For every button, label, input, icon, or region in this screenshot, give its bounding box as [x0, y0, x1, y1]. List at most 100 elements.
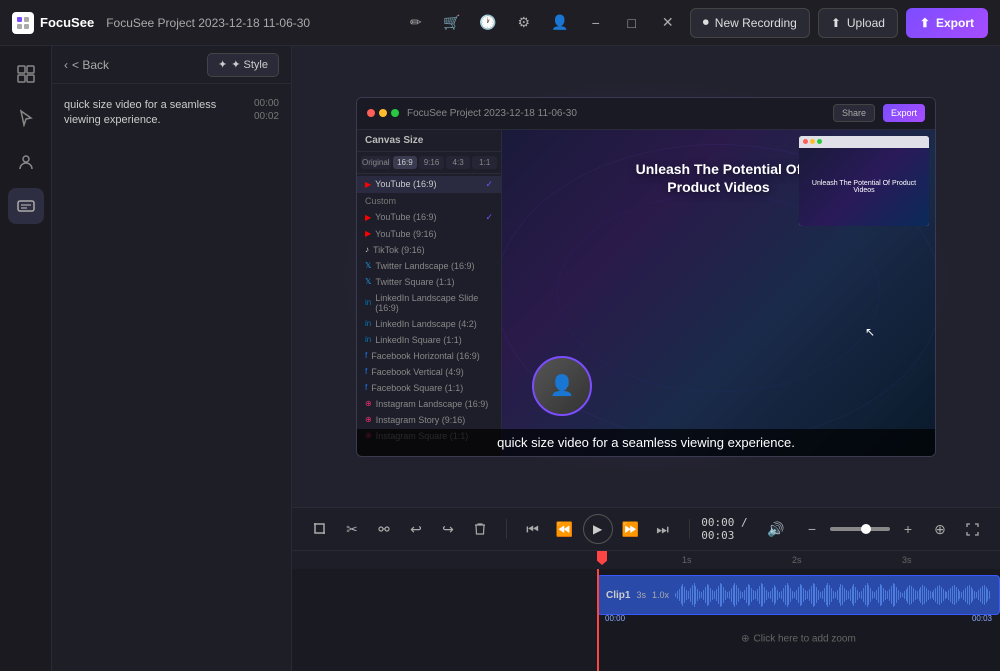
playback-divider	[689, 519, 690, 539]
caption-time-end: 00:02	[254, 111, 279, 122]
timeline-area: 1s 2s 3s Clip1 3s 1.0x	[292, 551, 1000, 671]
export-button[interactable]: ⬆ Export	[906, 8, 988, 38]
clip-duration: 3s	[636, 590, 646, 600]
cart-icon-btn[interactable]: 🛒	[438, 9, 466, 37]
style-icon: ✦	[218, 58, 227, 71]
settings-icon-btn[interactable]: ⚙	[510, 9, 538, 37]
plus-icon: ⊕	[741, 634, 749, 645]
ruler-tick-3s: 3s	[902, 555, 912, 565]
pen-icon-btn[interactable]: ✏	[402, 9, 430, 37]
canvas-item-ig2[interactable]: ⊕Instagram Story (9:16)	[357, 412, 501, 428]
playhead-line	[597, 569, 599, 671]
canvas-item-li1[interactable]: inLinkedIn Landscape Slide (16:9)	[357, 290, 501, 316]
ruler-tick-2s: 2s	[792, 555, 802, 565]
style-button[interactable]: ✦ ✦ Style	[207, 53, 279, 77]
new-recording-label: New Recording	[715, 16, 797, 30]
total-time: 00:03	[701, 529, 734, 542]
preview-frame: FocuSee Project 2023-12-18 11-06-30 Shar…	[356, 97, 936, 457]
upload-button[interactable]: ⬆ Upload	[818, 8, 898, 38]
waveform	[675, 583, 991, 607]
ratio-tab-16x9[interactable]: 16:9	[393, 156, 418, 169]
undo-button[interactable]: ↩	[402, 515, 430, 543]
sidebar-tool-person[interactable]	[8, 144, 44, 180]
ratio-tab-9x16[interactable]: 9:16	[419, 156, 444, 169]
avatar-icon-btn[interactable]: 👤	[546, 9, 574, 37]
volume-section: 🔊	[762, 515, 790, 543]
clip-time-end: 00:03	[972, 614, 992, 623]
canvas-item-li2[interactable]: inLinkedIn Landscape (4:2)	[357, 316, 501, 332]
clip-block[interactable]: Clip1 3s 1.0x	[597, 575, 1000, 615]
ratio-tab-1x1[interactable]: 1:1	[472, 156, 497, 169]
restore-btn[interactable]: □	[618, 9, 646, 37]
play-pause-button[interactable]: ▶	[583, 514, 613, 544]
merge-tool-button[interactable]	[370, 515, 398, 543]
project-title: FocuSee Project 2023-12-18 11-06-30	[106, 16, 390, 30]
traffic-light-yellow	[379, 109, 387, 117]
canvas-item-fb2[interactable]: fFacebook Vertical (4:9)	[357, 364, 501, 380]
main-video-area: Unleash The Potential Of Product Videos	[502, 130, 935, 456]
playhead-indicator	[597, 551, 607, 565]
cut-tool-button[interactable]: ✂	[338, 515, 366, 543]
canvas-item-tw1[interactable]: 𝕏Twitter Landscape (16:9)	[357, 258, 501, 274]
new-recording-button[interactable]: ⏺ New Recording	[690, 8, 810, 38]
fast-forward-button[interactable]: ⏩	[617, 515, 645, 543]
video-preview: FocuSee Project 2023-12-18 11-06-30 Shar…	[292, 46, 1000, 507]
clip-speed: 1.0x	[652, 590, 669, 600]
inner-export-button[interactable]: Export	[883, 104, 925, 122]
top-bar: FocuSee FocuSee Project 2023-12-18 11-06…	[0, 0, 1000, 46]
traffic-lights	[367, 109, 399, 117]
canvas-item-yt2[interactable]: ▶YouTube (16:9) ✓	[357, 209, 501, 226]
playback-controls: ✂ ↩ ↪ ⏮ ⏪	[292, 507, 1000, 551]
skip-back-button[interactable]: ⏮	[519, 515, 547, 543]
track-labels	[292, 569, 597, 671]
canvas-item-fb3[interactable]: fFacebook Square (1:1)	[357, 380, 501, 396]
canvas-item-ig1[interactable]: ⊕Instagram Landscape (16:9)	[357, 396, 501, 412]
canvas-size-panel: Canvas Size Original 16:9 9:16 4:3 1:1	[357, 130, 502, 456]
ratio-tab-original[interactable]: Original	[361, 156, 391, 169]
plus-circle-icon: ⊕	[934, 521, 946, 538]
style-label: ✦ Style	[231, 58, 268, 71]
canvas-item-tw2[interactable]: 𝕏Twitter Square (1:1)	[357, 274, 501, 290]
sidebar-tool-grid[interactable]	[8, 56, 44, 92]
upload-label: Upload	[847, 16, 885, 30]
clock-icon-btn[interactable]: 🕐	[474, 9, 502, 37]
browser-preview: Unleash The Potential Of Product Videos	[799, 136, 929, 226]
zoom-slider[interactable]	[830, 527, 890, 531]
add-zoom-button[interactable]: ⊕	[926, 515, 954, 543]
volume-button[interactable]: 🔊	[762, 515, 790, 543]
inner-share-button[interactable]: Share	[833, 104, 875, 122]
cursor-indicator: ↖	[865, 325, 875, 339]
current-time: 00:00	[701, 516, 734, 529]
record-icon: ⏺	[703, 15, 709, 30]
canvas-item-tt[interactable]: ♪TikTok (9:16)	[357, 242, 501, 258]
close-btn[interactable]: ✕	[654, 9, 682, 37]
export-icon: ⬆	[920, 16, 930, 30]
ruler-tick-1s: 1s	[682, 555, 692, 565]
minimize-btn[interactable]: −	[582, 9, 610, 37]
inner-caption-overlay: quick size video for a seamless viewing …	[357, 429, 935, 456]
product-video-title: Unleash The Potential Of Product Videos	[619, 160, 819, 196]
back-button[interactable]: ‹ < Back	[64, 58, 109, 72]
ratio-tab-4x3[interactable]: 4:3	[446, 156, 471, 169]
clip-label: Clip1	[606, 590, 630, 601]
add-zoom-label: Click here to add zoom	[754, 634, 856, 645]
sidebar-tool-cursor[interactable]	[8, 100, 44, 136]
caption-item[interactable]: quick size video for a seamless viewing …	[52, 92, 291, 135]
sidebar-tool-caption[interactable]	[8, 188, 44, 224]
canvas-item-yt-selected[interactable]: ▶YouTube (16:9) ✓	[357, 176, 501, 193]
fullscreen-button[interactable]	[958, 515, 986, 543]
clip-track: Clip1 3s 1.0x 00:00 00:03	[597, 575, 1000, 625]
canvas-item-fb1[interactable]: fFacebook Horizontal (16:9)	[357, 348, 501, 364]
canvas-item-li3[interactable]: inLinkedIn Square (1:1)	[357, 332, 501, 348]
add-zoom-track-button[interactable]: ⊕ Click here to add zoom	[741, 634, 856, 645]
time-separator: /	[741, 516, 748, 529]
zoom-out-button[interactable]: −	[798, 515, 826, 543]
left-sidebar	[0, 46, 52, 671]
zoom-in-button[interactable]: +	[894, 515, 922, 543]
rewind-button[interactable]: ⏪	[551, 515, 579, 543]
crop-tool-button[interactable]	[306, 515, 334, 543]
redo-button[interactable]: ↪	[434, 515, 462, 543]
delete-button[interactable]	[466, 515, 494, 543]
skip-forward-button[interactable]: ⏭	[649, 515, 677, 543]
canvas-item-yt3[interactable]: ▶YouTube (9:16)	[357, 226, 501, 242]
